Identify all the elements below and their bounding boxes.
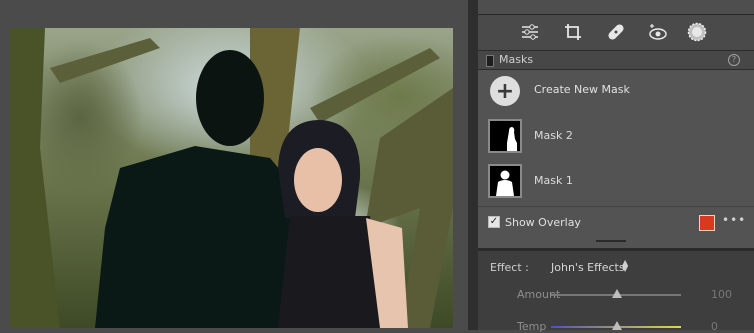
temp-slider[interactable] (551, 321, 681, 330)
sliders-icon[interactable] (519, 21, 541, 43)
mask-label: Mask 1 (534, 174, 573, 187)
amount-slider-thumb[interactable] (612, 289, 622, 298)
panel-resize-grip[interactable] (596, 240, 626, 242)
help-icon[interactable]: ? (728, 54, 740, 66)
healing-bandage-icon[interactable] (605, 21, 627, 43)
show-overlay-label[interactable]: Show Overlay (505, 216, 581, 229)
branch (50, 38, 160, 83)
photo-image[interactable] (10, 28, 453, 328)
woman-dress (278, 216, 382, 328)
panel-divider[interactable] (468, 0, 478, 330)
crop-icon[interactable] (562, 21, 584, 43)
effects-section: Effect : John's Effects ▲ ▼ Amount 100 Te… (478, 251, 754, 333)
more-options-icon[interactable]: ••• (722, 213, 746, 227)
man-body (95, 146, 295, 328)
show-overlay-row: ✓ Show Overlay ••• (478, 206, 754, 237)
photo-canvas[interactable] (0, 0, 468, 330)
show-overlay-checkbox[interactable]: ✓ (488, 216, 500, 228)
tool-strip (478, 15, 754, 50)
man-head (196, 50, 264, 146)
red-eye-icon[interactable] (647, 21, 669, 43)
amount-slider[interactable] (551, 289, 681, 298)
mask-item-1[interactable]: Mask 1 (478, 160, 754, 202)
effect-preset-dropdown[interactable]: John's Effects (551, 261, 625, 274)
masking-icon[interactable] (686, 21, 708, 43)
woman-face (294, 148, 342, 212)
updown-chevron-icon[interactable]: ▲ ▼ (622, 259, 628, 273)
develop-panel: Masks ? + Create New Mask Mask 2 Mask 1 … (478, 0, 754, 333)
panel-top-strip (478, 0, 754, 15)
overlay-color-swatch[interactable] (699, 215, 715, 231)
photo-scene (10, 28, 453, 328)
mask-item-2[interactable]: Mask 2 (478, 115, 754, 157)
temp-value[interactable]: 0 (711, 320, 718, 333)
temp-slider-thumb[interactable] (612, 321, 622, 330)
mask-thumbnail[interactable] (488, 119, 522, 153)
temp-label: Temp (517, 320, 547, 333)
create-new-mask-button[interactable]: + (490, 76, 520, 106)
masks-panel: + Create New Mask Mask 2 Mask 1 ✓ Show O… (478, 70, 754, 248)
mask-thumbnail[interactable] (488, 164, 522, 198)
panel-toggle-switch[interactable] (486, 55, 494, 67)
masks-header[interactable]: Masks ? (478, 50, 754, 70)
masks-title: Masks (499, 53, 534, 66)
tree-trunk-left (10, 28, 60, 328)
amount-value[interactable]: 100 (711, 288, 732, 301)
effect-label: Effect : (490, 261, 529, 274)
mask-label: Mask 2 (534, 129, 573, 142)
create-new-mask-label[interactable]: Create New Mask (534, 83, 630, 96)
